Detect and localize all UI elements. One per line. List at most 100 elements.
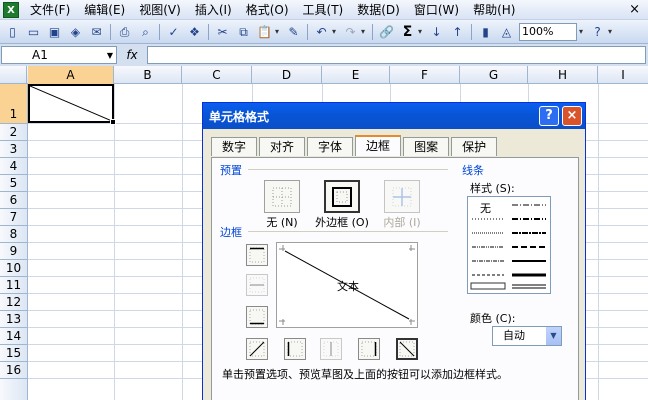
row-header[interactable]: 13	[0, 311, 27, 328]
column-header[interactable]: D	[252, 66, 322, 84]
row-header[interactable]: 9	[0, 243, 27, 260]
tab-border[interactable]: 边框	[355, 135, 402, 156]
print-preview-icon[interactable]: ⌕	[136, 23, 155, 41]
chart-wizard-icon[interactable]: ▮	[476, 23, 495, 41]
border-diagonal-down-button[interactable]	[396, 338, 418, 360]
hint-text: 单击预置选项、预览草图及上面的按钮可以添加边框样式。	[222, 368, 508, 381]
autosum-dropdown-icon[interactable]: ▾	[418, 27, 426, 36]
excel-icon[interactable]: X	[3, 1, 19, 18]
undo-icon[interactable]: ↶	[312, 23, 331, 41]
menu-window[interactable]: 窗口(W)	[407, 0, 466, 20]
redo-dropdown-icon[interactable]: ▾	[361, 27, 369, 36]
cut-icon[interactable]: ✂	[213, 23, 232, 41]
preset-inside-button[interactable]	[384, 180, 420, 213]
row-header[interactable]: 4	[0, 158, 27, 175]
row-header[interactable]: 2	[0, 124, 27, 141]
column-header[interactable]: A	[28, 66, 114, 84]
help-button[interactable]: ?	[539, 106, 559, 126]
border-inside-vertical-button[interactable]	[320, 338, 342, 360]
sort-ascending-icon[interactable]: ↓	[427, 23, 446, 41]
research-icon[interactable]: ❖	[185, 23, 204, 41]
row-header[interactable]: 15	[0, 345, 27, 362]
row-header[interactable]: 12	[0, 294, 27, 311]
paste-icon[interactable]: 📋	[255, 23, 274, 41]
column-header[interactable]: H	[528, 66, 598, 84]
new-icon[interactable]: ▯	[3, 23, 22, 41]
menu-format[interactable]: 格式(O)	[239, 0, 296, 20]
preset-none-button[interactable]	[264, 180, 300, 213]
column-header[interactable]: G	[460, 66, 528, 84]
open-icon[interactable]: ▭	[24, 23, 43, 41]
zoom-dropdown-icon[interactable]: ▾	[579, 27, 587, 36]
redo-icon[interactable]: ↷	[341, 23, 360, 41]
undo-dropdown-icon[interactable]: ▾	[332, 27, 340, 36]
dialog-titlebar[interactable]: 单元格格式	[203, 103, 585, 129]
row-header[interactable]: 7	[0, 209, 27, 226]
border-right-button[interactable]	[358, 338, 380, 360]
row-header[interactable]: 11	[0, 277, 27, 294]
menu-view[interactable]: 视图(V)	[132, 0, 188, 20]
drawing-icon[interactable]: ◬	[497, 23, 516, 41]
copy-icon[interactable]: ⧉	[234, 23, 253, 41]
border-bottom-button[interactable]	[246, 306, 268, 328]
row-header[interactable]: 14	[0, 328, 27, 345]
border-diagonal-up-button[interactable]	[246, 338, 268, 360]
chevron-down-icon[interactable]: ▼	[546, 327, 561, 345]
paste-dropdown-icon[interactable]: ▾	[275, 27, 283, 36]
column-header[interactable]: F	[390, 66, 460, 84]
column-header[interactable]: B	[114, 66, 182, 84]
preset-inside-label: 内部 (I)	[383, 216, 421, 229]
zoom-select[interactable]: 100%	[519, 22, 577, 41]
spelling-icon[interactable]: ✓	[164, 23, 183, 41]
tab-number[interactable]: 数字	[211, 137, 258, 156]
name-box[interactable]: A1 ▼	[1, 46, 117, 64]
permission-icon[interactable]: ◈	[66, 23, 85, 41]
menu-file[interactable]: 文件(F)	[23, 0, 77, 20]
close-workbook-icon[interactable]: ×	[629, 2, 640, 17]
save-icon[interactable]: ▣	[45, 23, 64, 41]
diagonal-border	[30, 86, 112, 121]
line-style-samples[interactable]	[468, 197, 550, 293]
row-header[interactable]: 5	[0, 175, 27, 192]
active-cell[interactable]	[28, 84, 114, 123]
preset-outline-button[interactable]	[324, 180, 360, 213]
formula-input[interactable]	[147, 46, 646, 64]
insert-function-icon[interactable]: fx	[117, 48, 147, 62]
border-top-button[interactable]	[246, 244, 268, 266]
email-icon[interactable]: ✉	[87, 23, 106, 41]
color-select[interactable]: 自动 ▼	[492, 326, 562, 346]
select-all-corner[interactable]	[0, 66, 27, 84]
row-header[interactable]: 8	[0, 226, 27, 243]
border-inside-horizontal-button[interactable]	[246, 274, 268, 296]
column-header[interactable]: E	[322, 66, 390, 84]
tab-alignment[interactable]: 对齐	[259, 137, 306, 156]
border-preview[interactable]: 文本	[276, 242, 418, 328]
column-header[interactable]: C	[182, 66, 252, 84]
menu-tools[interactable]: 工具(T)	[296, 0, 351, 20]
menu-edit[interactable]: 编辑(E)	[77, 0, 132, 20]
row-header[interactable]: 1	[0, 84, 27, 124]
hyperlink-icon[interactable]: 🔗	[377, 23, 396, 41]
format-painter-icon[interactable]: ✎	[284, 23, 303, 41]
line-style-list[interactable]: 无	[467, 196, 551, 294]
tab-font[interactable]: 字体	[307, 137, 354, 156]
autosum-icon[interactable]: Σ	[398, 23, 417, 41]
menu-data[interactable]: 数据(D)	[350, 0, 407, 20]
row-header[interactable]: 6	[0, 192, 27, 209]
border-left-button[interactable]	[284, 338, 306, 360]
menu-help[interactable]: 帮助(H)	[466, 0, 522, 20]
fill-handle[interactable]	[110, 119, 116, 125]
row-header[interactable]: 10	[0, 260, 27, 277]
help-icon[interactable]: ?	[588, 23, 607, 41]
menu-insert[interactable]: 插入(I)	[188, 0, 239, 20]
sort-descending-icon[interactable]: ↑	[448, 23, 467, 41]
print-icon[interactable]: ⎙	[115, 23, 134, 41]
tab-patterns[interactable]: 图案	[403, 137, 450, 156]
close-button[interactable]: ×	[562, 106, 582, 126]
chevron-down-icon[interactable]: ▼	[107, 51, 113, 60]
row-header[interactable]: 3	[0, 141, 27, 158]
toolbar-options-icon[interactable]: ▾	[608, 27, 616, 36]
row-header[interactable]: 16	[0, 362, 27, 379]
tab-protection[interactable]: 保护	[451, 137, 498, 156]
column-header[interactable]: I	[598, 66, 648, 84]
